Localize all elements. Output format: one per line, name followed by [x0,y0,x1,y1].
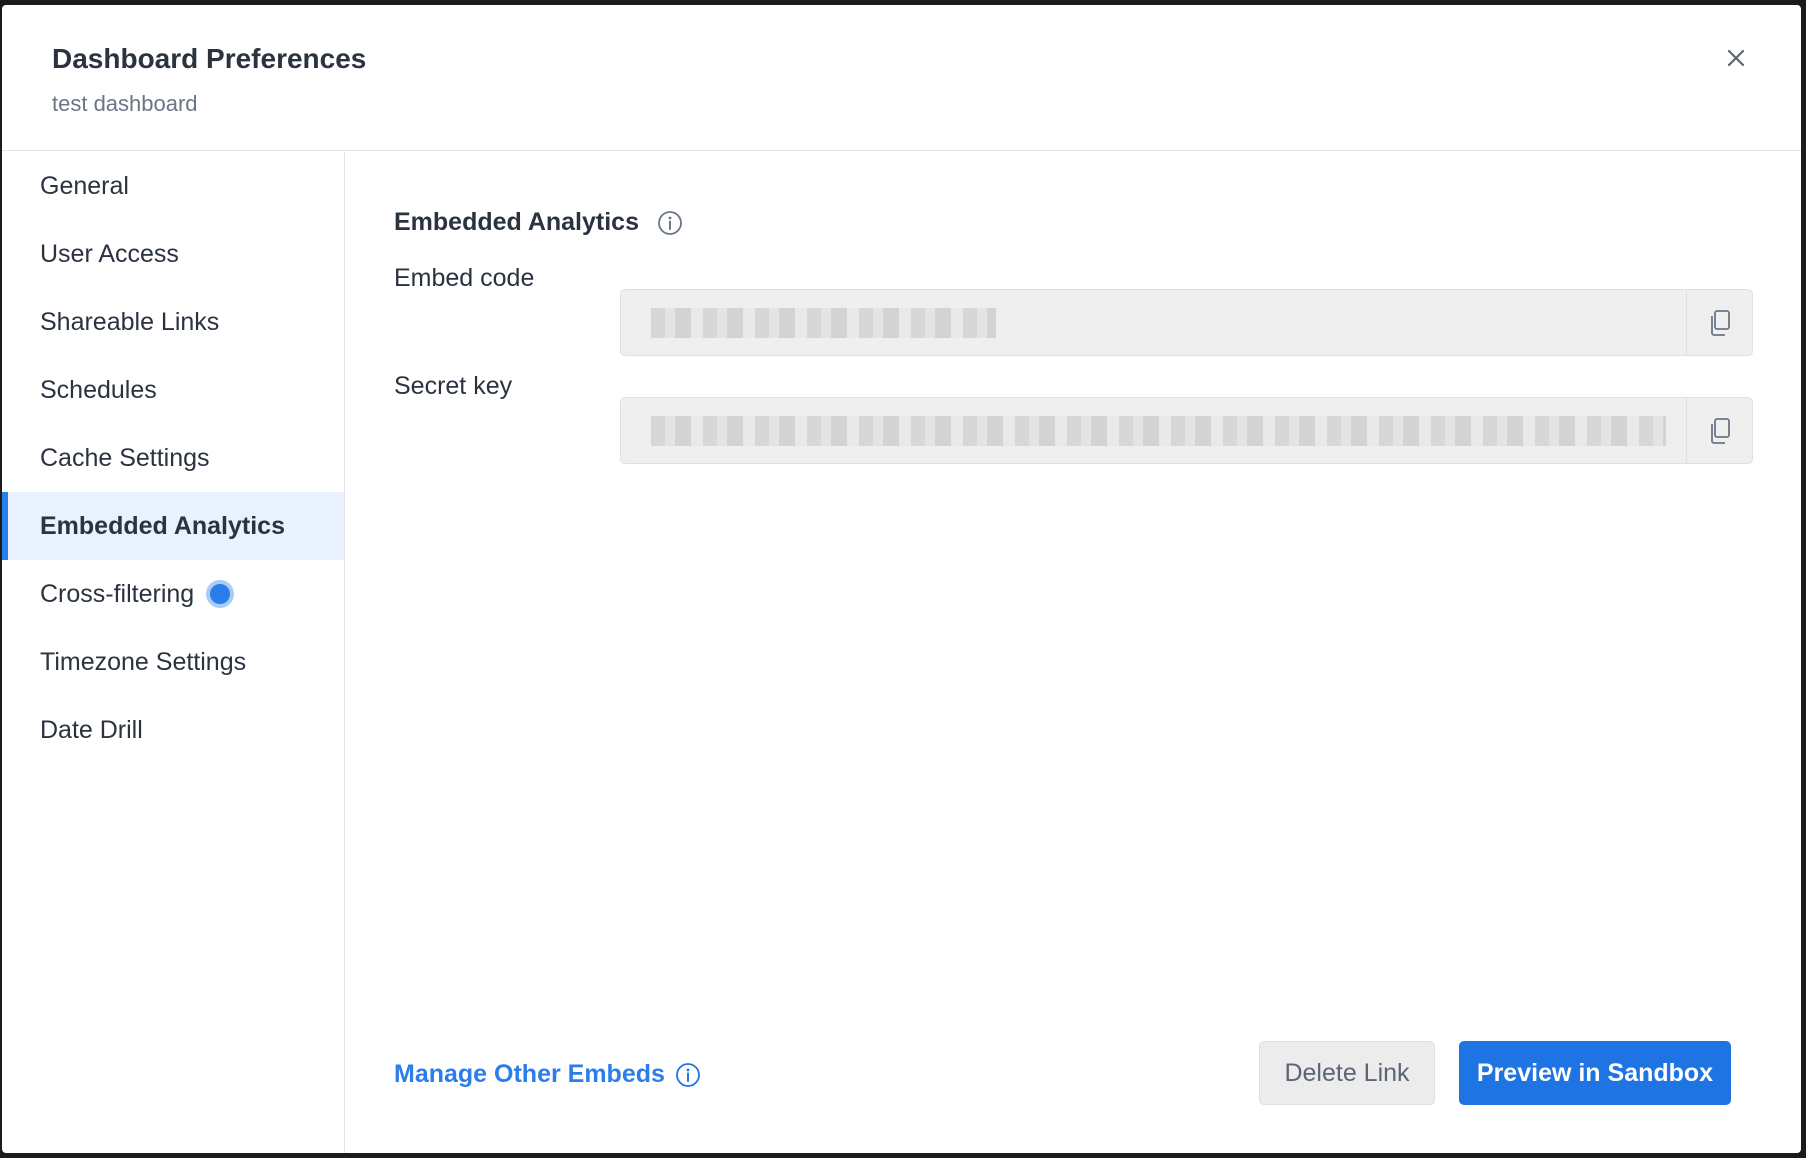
redacted-secret-key [651,416,1666,446]
redacted-embed-code [651,308,996,338]
main-panel: Embedded Analytics Embed code Secret key [346,152,1801,1153]
info-icon[interactable] [675,1062,701,1088]
info-icon[interactable] [657,210,683,236]
sidebar-item-timezone-settings[interactable]: Timezone Settings [2,628,344,696]
delete-link-button[interactable]: Delete Link [1259,1041,1435,1105]
sidebar-item-label: Cache Settings [40,443,210,472]
close-icon [1727,49,1745,67]
copy-icon [1710,309,1730,336]
section-title: Embedded Analytics [394,208,683,237]
sidebar-item-label: User Access [40,239,179,268]
new-feature-dot [206,580,235,608]
sidebar-item-label: General [40,171,129,200]
preferences-sidebar: General User Access Shareable Links Sche… [2,152,345,1153]
sidebar-item-label: Date Drill [40,715,143,744]
secret-key-label: Secret key [394,372,513,400]
copy-secret-key-button[interactable] [1686,398,1752,463]
sidebar-item-label: Cross-filtering [40,579,195,608]
embed-code-label: Embed code [394,264,535,292]
section-title-text: Embedded Analytics [394,208,639,236]
sidebar-item-schedules[interactable]: Schedules [2,356,344,424]
sidebar-item-cross-filtering[interactable]: Cross-filtering [2,560,344,628]
dialog-header: Dashboard Preferences test dashboard [2,5,1801,151]
copy-embed-code-button[interactable] [1686,290,1752,355]
sidebar-item-general[interactable]: General [2,152,344,220]
sidebar-item-shareable-links[interactable]: Shareable Links [2,288,344,356]
secret-key-field[interactable] [620,397,1753,464]
sidebar-item-cache-settings[interactable]: Cache Settings [2,424,344,492]
sidebar-item-embedded-analytics[interactable]: Embedded Analytics [2,492,344,560]
dashboard-preferences-dialog: Dashboard Preferences test dashboard Gen… [2,5,1801,1153]
embed-code-field[interactable] [620,289,1753,356]
close-button[interactable] [1721,43,1751,73]
sidebar-item-label: Timezone Settings [40,647,247,676]
copy-icon [1710,417,1730,444]
sidebar-item-date-drill[interactable]: Date Drill [2,696,344,764]
preview-in-sandbox-button[interactable]: Preview in Sandbox [1459,1041,1731,1105]
manage-other-embeds-link[interactable]: Manage Other Embeds [394,1060,701,1089]
dialog-title: Dashboard Preferences [52,43,367,74]
sidebar-item-label: Shareable Links [40,307,220,336]
manage-other-embeds-label: Manage Other Embeds [394,1060,665,1088]
sidebar-item-user-access[interactable]: User Access [2,220,344,288]
sidebar-item-label: Embedded Analytics [40,511,285,540]
dialog-subtitle: test dashboard [52,91,198,116]
sidebar-item-label: Schedules [40,375,157,404]
